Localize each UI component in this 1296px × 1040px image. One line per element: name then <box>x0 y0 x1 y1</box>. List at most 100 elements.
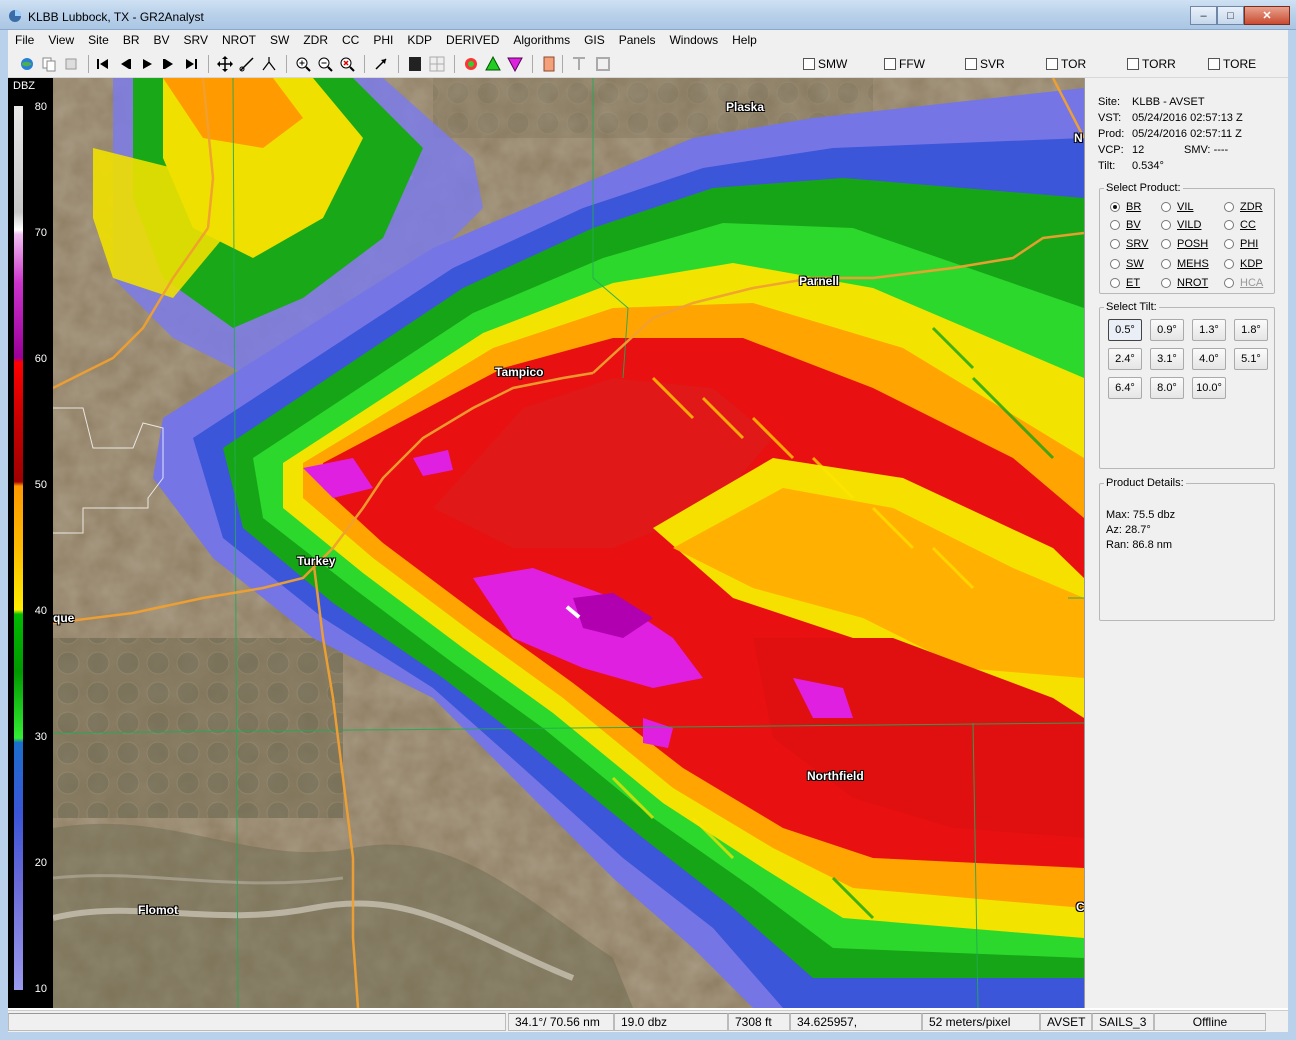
menu-srv[interactable]: SRV <box>177 30 215 50</box>
title-bar[interactable]: KLBB Lubbock, TX - GR2Analyst – □ ✕ <box>0 0 1296 30</box>
menu-br[interactable]: BR <box>116 30 147 50</box>
product-radio-zdr[interactable]: ZDR <box>1224 201 1263 213</box>
tilt-button[interactable]: 3.1° <box>1150 348 1184 370</box>
product-radio-bv[interactable]: BV <box>1110 219 1141 231</box>
close-button[interactable]: ✕ <box>1244 6 1290 25</box>
product-label: CC <box>1240 219 1256 231</box>
prev-frame-icon[interactable] <box>116 55 134 73</box>
menu-sw[interactable]: SW <box>263 30 296 50</box>
tilt-button[interactable]: 1.8° <box>1234 319 1268 341</box>
last-frame-icon[interactable] <box>182 55 200 73</box>
tilt-button[interactable]: 5.1° <box>1234 348 1268 370</box>
product-radio-cc[interactable]: CC <box>1224 219 1256 231</box>
first-frame-icon[interactable] <box>94 55 112 73</box>
zoom-reset-icon[interactable] <box>338 55 356 73</box>
menu-panels[interactable]: Panels <box>612 30 663 50</box>
tilt-button[interactable]: 1.3° <box>1192 319 1226 341</box>
product-radio-srv[interactable]: SRV <box>1110 238 1148 250</box>
product-radio-kdp[interactable]: KDP <box>1224 258 1263 270</box>
menu-phi[interactable]: PHI <box>366 30 400 50</box>
menu-site[interactable]: Site <box>81 30 116 50</box>
max-row: Max: 75.5 dbz <box>1106 509 1175 521</box>
product-label: SW <box>1126 258 1144 270</box>
product-details-group: Product Details: Max: 75.5 dbz Az: 28.7°… <box>1099 477 1275 621</box>
copy-icon[interactable] <box>40 55 58 73</box>
pan-icon[interactable] <box>216 55 234 73</box>
radar-map[interactable]: Plaska Parnell Tampico Turkey Northfield… <box>53 78 1084 1008</box>
grid-icon[interactable] <box>428 55 446 73</box>
menu-kdp[interactable]: KDP <box>400 30 439 50</box>
tilt-button[interactable]: 0.5° <box>1108 319 1142 341</box>
maximize-button[interactable]: □ <box>1217 6 1244 25</box>
status-coords: 34.625957, -101.012474 <box>790 1013 922 1040</box>
menu-zdr[interactable]: ZDR <box>296 30 335 50</box>
torr-checkbox[interactable]: TORR <box>1127 57 1176 71</box>
frame-tool-icon[interactable] <box>594 55 612 73</box>
product-radio-phi[interactable]: PHI <box>1224 238 1258 250</box>
town-label: Turkey <box>297 554 336 568</box>
tor-checkbox[interactable]: TOR <box>1046 57 1086 71</box>
window-title: KLBB Lubbock, TX - GR2Analyst <box>28 10 204 24</box>
product-radio-vil[interactable]: VIL <box>1161 201 1194 213</box>
status-sails: SAILS_3 <box>1092 1013 1154 1031</box>
tilt-button[interactable]: 0.9° <box>1150 319 1184 341</box>
black-background-icon[interactable] <box>406 55 424 73</box>
product-label: ZDR <box>1240 201 1263 213</box>
product-label: HCA <box>1240 277 1264 289</box>
color-table-icon[interactable] <box>462 55 480 73</box>
site-label: Site: <box>1098 96 1121 108</box>
tilt-button[interactable]: 10.0° <box>1192 377 1226 399</box>
next-frame-icon[interactable] <box>160 55 178 73</box>
status-value: 19.0 dbz <box>614 1013 728 1031</box>
menu-algorithms[interactable]: Algorithms <box>506 30 577 50</box>
tilt-button[interactable]: 2.4° <box>1108 348 1142 370</box>
meso-triangle-icon[interactable] <box>506 55 524 73</box>
smv-value: ---- <box>1213 144 1229 156</box>
product-label: VILD <box>1177 219 1202 231</box>
menu-nrot[interactable]: NROT <box>215 30 263 50</box>
town-label: C <box>1076 900 1084 914</box>
product-radio-sw[interactable]: SW <box>1110 258 1144 270</box>
zoom-in-icon[interactable] <box>294 55 312 73</box>
product-radio-nrot[interactable]: NROT <box>1161 277 1208 289</box>
product-radio-br[interactable]: BR <box>1110 201 1141 213</box>
menu-help[interactable]: Help <box>725 30 764 50</box>
menu-gis[interactable]: GIS <box>577 30 612 50</box>
cross-section-icon[interactable] <box>260 55 278 73</box>
vcp-value: 12 <box>1132 144 1145 156</box>
measure-icon[interactable] <box>238 55 256 73</box>
placefile-icon[interactable] <box>540 55 558 73</box>
menu-file[interactable]: File <box>8 30 41 50</box>
menu-bv[interactable]: BV <box>147 30 177 50</box>
minimize-button[interactable]: – <box>1190 6 1217 25</box>
layers-icon[interactable] <box>62 55 80 73</box>
tilt-button[interactable]: 4.0° <box>1192 348 1226 370</box>
menu-cc[interactable]: CC <box>335 30 366 50</box>
product-radio-vild[interactable]: VILD <box>1161 219 1201 231</box>
globe-site-icon[interactable] <box>18 55 36 73</box>
text-tool-icon[interactable] <box>570 55 588 73</box>
zoom-out-icon[interactable] <box>316 55 334 73</box>
ffw-checkbox[interactable]: FFW <box>884 57 925 71</box>
product-label: KDP <box>1240 258 1263 270</box>
tilt-button[interactable]: 6.4° <box>1108 377 1142 399</box>
product-radio-posh[interactable]: POSH <box>1161 238 1208 250</box>
toolbar: SMW FFW SVR TOR TORR TORE <box>8 50 1288 78</box>
play-icon[interactable] <box>138 55 156 73</box>
menu-view[interactable]: View <box>41 30 81 50</box>
tilt-button[interactable]: 8.0° <box>1150 377 1184 399</box>
app-icon <box>9 10 21 22</box>
product-label: PHI <box>1240 238 1259 250</box>
svr-checkbox[interactable]: SVR <box>965 57 1005 71</box>
menu-derived[interactable]: DERIVED <box>439 30 506 50</box>
product-radio-et[interactable]: ET <box>1110 277 1140 289</box>
storm-motion-icon[interactable] <box>372 55 390 73</box>
smw-checkbox[interactable]: SMW <box>803 57 847 71</box>
tore-checkbox[interactable]: TORE <box>1208 57 1256 71</box>
product-details-title: Product Details: <box>1106 477 1184 489</box>
product-radio-mehs[interactable]: MEHS <box>1161 258 1209 270</box>
scale-tick: 10 <box>34 983 47 995</box>
tvs-triangle-icon[interactable] <box>484 55 502 73</box>
menu-windows[interactable]: Windows <box>662 30 725 50</box>
vst-row: VST: 05/24/2016 02:57:13 Z <box>1098 112 1243 124</box>
